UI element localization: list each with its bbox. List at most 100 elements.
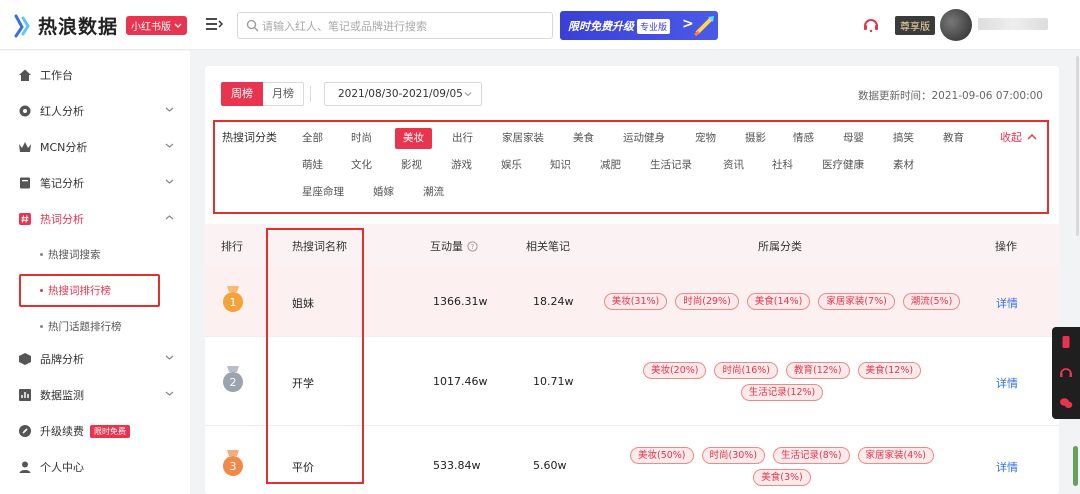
scrollbar-track[interactable]: [1076, 56, 1079, 236]
category-tag[interactable]: 时尚: [343, 128, 380, 149]
category-chip: 美食(12%): [857, 362, 922, 379]
related-notes-count: 5.60w: [533, 459, 567, 472]
sidebar-item-influencer[interactable]: 红人分析: [0, 93, 190, 129]
related-notes-count: 18.24w: [533, 294, 574, 308]
divider: [310, 86, 311, 102]
headset-support-icon[interactable]: [1059, 366, 1073, 380]
detail-link[interactable]: 详情: [996, 375, 1018, 391]
category-tag[interactable]: 星座命理: [294, 182, 352, 203]
vip-badge[interactable]: 尊享版: [895, 16, 935, 35]
category-tag[interactable]: 社科: [764, 155, 801, 176]
collapse-button[interactable]: 收起: [1000, 129, 1037, 145]
detail-link[interactable]: 详情: [996, 459, 1018, 475]
category-tag[interactable]: 全部: [294, 128, 331, 149]
column-header-notes: 相关笔记: [526, 240, 570, 253]
sidebar-item-label: 个人中心: [40, 461, 84, 474]
tab-monthly[interactable]: 月榜: [263, 82, 304, 106]
category-tag[interactable]: 搞笑: [885, 128, 922, 149]
category-chip: 时尚(29%): [675, 293, 739, 310]
sidebar-item-hotwords[interactable]: 热词分析: [0, 201, 190, 237]
scrollbar-thumb[interactable]: [1073, 446, 1078, 486]
category-tag[interactable]: 文化: [343, 155, 380, 176]
logo-text: 热浪数据: [38, 16, 119, 38]
category-tag[interactable]: 情感: [785, 128, 822, 149]
crown-icon: [19, 142, 31, 152]
category-chips: 美妆(31%) 时尚(29%) 美食(14%) 家居家装(7%) 潮流(5%): [599, 293, 965, 310]
sidebar-item-monitoring[interactable]: 数据监测: [0, 377, 190, 413]
category-chip: 美食(3%): [753, 468, 811, 486]
category-chip: 生活记录(8%): [773, 446, 850, 464]
category-tag[interactable]: 娱乐: [493, 155, 530, 176]
category-chip: 美妆(50%): [629, 446, 694, 464]
category-tag[interactable]: 运动健身: [615, 128, 673, 149]
app-version-selector[interactable]: 小红书版: [126, 16, 188, 35]
category-chip: 美妆(20%): [642, 362, 707, 379]
sidebar-subitem-label: 热门话题排行榜: [48, 321, 122, 333]
category-tag[interactable]: 游戏: [443, 155, 480, 176]
sidebar-subitem-hotword-search[interactable]: 热搜词搜索: [40, 247, 101, 262]
category-tag[interactable]: 摄影: [737, 128, 774, 149]
headset-support-icon[interactable]: [862, 16, 880, 34]
category-tag[interactable]: 家居家装: [494, 128, 552, 149]
chevron-down-icon: [165, 355, 174, 360]
phone-icon[interactable]: [1059, 335, 1073, 349]
category-filter: 热搜词分类 全部 时尚 美妆 出行 家居家装 美食 运动健身 宠物 摄影 情感 母婴 搞笑 教育 萌娃 文化…: [213, 120, 1049, 214]
category-tag[interactable]: 素材: [885, 155, 922, 176]
logo-mark-icon: [12, 14, 32, 38]
sidebar-item-profile[interactable]: 个人中心: [0, 449, 190, 485]
interaction-count: 533.84w: [433, 459, 481, 472]
category-tag[interactable]: 美食: [565, 128, 602, 149]
sidebar-subitem-label: 热搜词搜索: [48, 249, 101, 261]
date-range-picker[interactable]: 2021/08/30-2021/09/05: [324, 82, 482, 106]
category-chip: 家居家装(4%): [857, 446, 935, 464]
chevron-down-icon: [165, 107, 174, 112]
column-header-interactions: 互动量 ?: [430, 238, 478, 254]
svg-text:?: ?: [471, 243, 475, 251]
detail-link[interactable]: 详情: [996, 295, 1018, 311]
rocket-icon: [19, 425, 31, 437]
date-range-value: 2021/08/30-2021/09/05: [338, 88, 463, 100]
home-icon: [19, 69, 31, 81]
help-icon[interactable]: ?: [467, 240, 478, 252]
promo-banner[interactable]: 限时免费升级 专业版 >: [560, 11, 718, 40]
category-tag[interactable]: 出行: [444, 128, 481, 149]
username-blurred[interactable]: [978, 18, 1048, 30]
bullet-dot: [40, 253, 43, 256]
main-panel: 周榜 月榜 2021/08/30-2021/09/05 数据更新时间：2021-…: [205, 66, 1059, 494]
category-tag[interactable]: 婚嫁: [365, 182, 402, 203]
data-update-time: 数据更新时间：2021-09-06 07:00:00: [857, 90, 1043, 102]
category-tag[interactable]: 宠物: [687, 128, 724, 149]
category-tag[interactable]: 资讯: [715, 155, 752, 176]
category-tag[interactable]: 潮流: [415, 182, 452, 203]
sidebar-item-notes[interactable]: 笔记分析: [0, 165, 190, 201]
sidebar-item-mcn[interactable]: MCN分析: [0, 129, 190, 165]
category-tag[interactable]: 减肥: [592, 155, 629, 176]
chart-icon: [19, 389, 31, 401]
category-chip: 教育(12%): [786, 362, 850, 379]
sidebar-subitem-topic-ranking[interactable]: 热门话题排行榜: [40, 319, 122, 334]
category-tag[interactable]: 影视: [393, 155, 430, 176]
rank-number: 1: [230, 296, 237, 309]
sidebar-item-label: 工作台: [40, 69, 73, 82]
sidebar-item-upgrade[interactable]: 升级续费 限时免费: [0, 413, 190, 449]
category-tag[interactable]: 教育: [935, 128, 972, 149]
category-tag[interactable]: 美妆: [395, 128, 432, 149]
logo[interactable]: 热浪数据 小红书版: [12, 12, 188, 39]
wechat-icon[interactable]: [1059, 396, 1073, 410]
collapse-label: 收起: [1000, 131, 1022, 144]
category-tag[interactable]: 知识: [542, 155, 579, 176]
category-tag[interactable]: 生活记录: [642, 155, 700, 176]
menu-toggle-icon[interactable]: [205, 16, 224, 32]
category-tag[interactable]: 母婴: [835, 128, 872, 149]
rocket-icon: [694, 16, 714, 37]
avatar[interactable]: [940, 9, 972, 41]
sidebar-item-workspace[interactable]: 工作台: [0, 57, 190, 93]
tab-weekly[interactable]: 周榜: [221, 82, 263, 106]
rank-number: 3: [230, 460, 237, 473]
category-tag[interactable]: 萌娃: [294, 155, 331, 176]
chevron-down-icon: [165, 143, 174, 148]
search-input[interactable]: [262, 17, 542, 35]
category-chips: 美妆(20%) 时尚(16%) 教育(12%) 美食(12%) 生活记录(12%): [599, 362, 965, 401]
sidebar-item-brand[interactable]: 品牌分析: [0, 341, 190, 377]
category-tag[interactable]: 医疗健康: [814, 155, 872, 176]
